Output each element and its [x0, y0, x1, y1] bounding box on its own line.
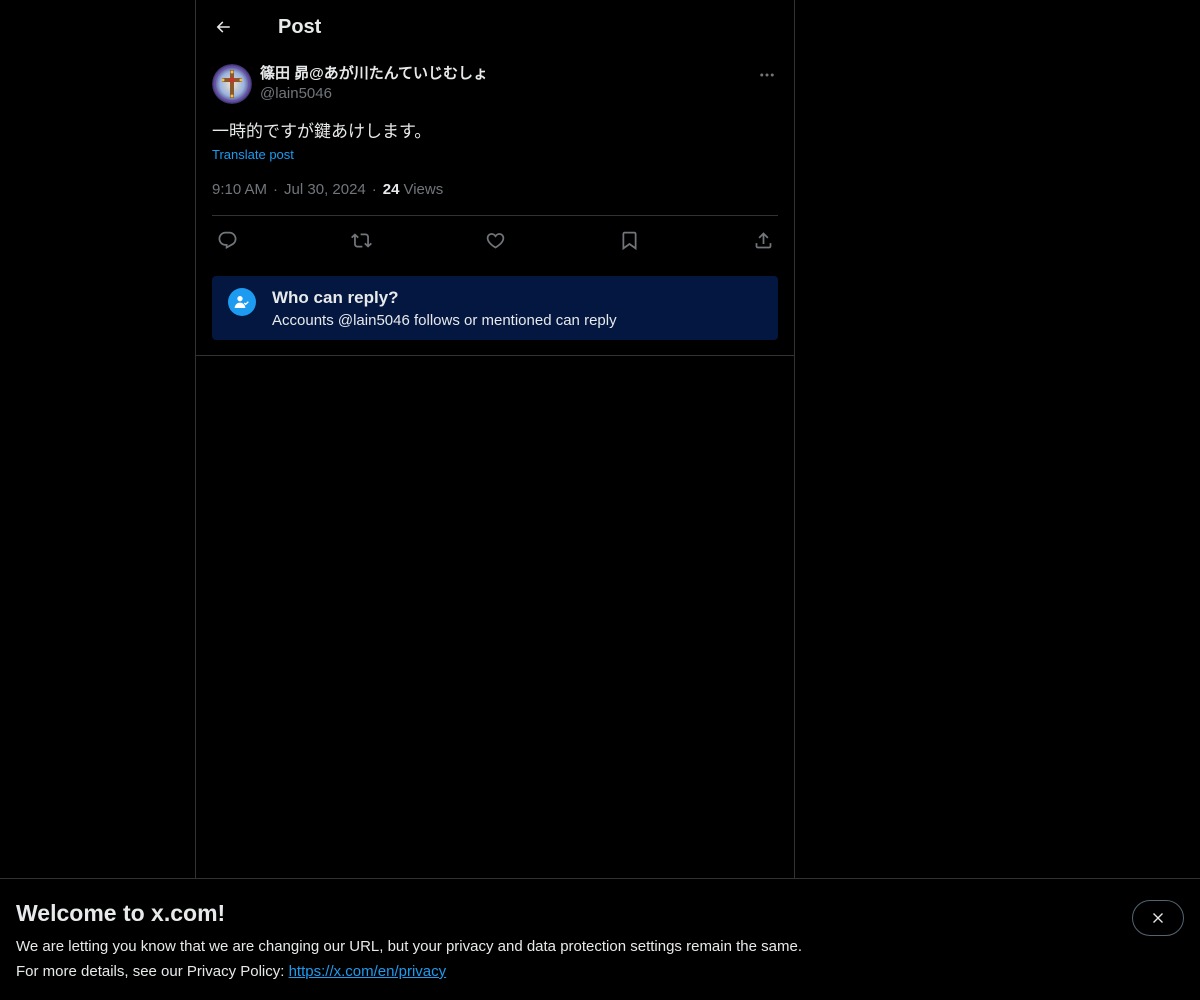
- share-icon: [755, 231, 771, 248]
- author-handle[interactable]: @lain5046: [260, 84, 488, 104]
- post-meta: 9:10 AM · Jul 30, 2024 · 24 Views: [212, 178, 778, 200]
- banner-close-button[interactable]: [1132, 900, 1184, 936]
- banner-privacy-prefix: For more details, see our Privacy Policy…: [16, 963, 289, 980]
- more-horizontal-icon: [760, 73, 774, 77]
- close-icon: [1153, 913, 1163, 923]
- more-options-button[interactable]: [756, 64, 778, 86]
- who-can-reply-box: Who can reply? Accounts @lain5046 follow…: [212, 276, 778, 340]
- who-can-reply-subtitle: Accounts @lain5046 follows or mentioned …: [272, 312, 617, 329]
- meta-separator: ·: [371, 180, 377, 198]
- avatar[interactable]: [212, 64, 252, 104]
- views-label: Views: [403, 180, 444, 198]
- author-display-name[interactable]: 篠田 昴@あが川たんていじむしょ: [260, 64, 488, 84]
- bookmark-button[interactable]: [618, 229, 640, 251]
- post-time[interactable]: 9:10 AM: [212, 181, 267, 198]
- back-button[interactable]: [212, 16, 234, 38]
- repost-button[interactable]: [350, 229, 372, 251]
- views-count: 24: [382, 180, 400, 198]
- privacy-policy-link[interactable]: https://x.com/en/privacy: [289, 963, 447, 980]
- banner-message: We are letting you know that we are chan…: [16, 938, 802, 955]
- translate-post-link[interactable]: Translate post: [212, 147, 294, 162]
- share-button[interactable]: [752, 229, 774, 251]
- repost-icon: [350, 232, 372, 248]
- reply-icon: [218, 231, 236, 249]
- avatar-image: [212, 64, 252, 104]
- bookmark-icon: [622, 231, 636, 250]
- reply-button[interactable]: [216, 229, 238, 251]
- heart-icon: [486, 232, 504, 249]
- page-header: Post: [196, 0, 794, 54]
- post-actions: [212, 216, 778, 264]
- banner-title: Welcome to x.com!: [16, 900, 226, 926]
- reply-restriction-badge: [228, 288, 256, 316]
- url-change-banner: Welcome to x.com! We are letting you kno…: [0, 878, 1200, 1000]
- post-text: 一時的ですが鍵あけします。: [212, 122, 432, 141]
- meta-separator: ·: [273, 180, 279, 198]
- who-can-reply-title: Who can reply?: [272, 288, 399, 307]
- person-check-icon: [234, 296, 249, 308]
- like-button[interactable]: [484, 229, 506, 251]
- primary-column: Post 篠田 昴@あが川たんていじむしょ @lain5046 一時的ですが鍵あ…: [195, 0, 795, 878]
- author-names: 篠田 昴@あが川たんていじむしょ @lain5046: [260, 64, 488, 104]
- banner-privacy-line: For more details, see our Privacy Policy…: [16, 962, 1184, 982]
- page-title: Post: [278, 15, 322, 38]
- author-row: 篠田 昴@あが川たんていじむしょ @lain5046: [212, 64, 778, 108]
- post-detail: 篠田 昴@あが川たんていじむしょ @lain5046 一時的ですが鍵あけします。…: [196, 64, 794, 340]
- arrow-left-icon: [216, 21, 230, 33]
- post-bottom-divider: [196, 355, 794, 356]
- reply-restriction-texts: Who can reply? Accounts @lain5046 follow…: [272, 288, 617, 331]
- post-date[interactable]: Jul 30, 2024: [284, 181, 366, 198]
